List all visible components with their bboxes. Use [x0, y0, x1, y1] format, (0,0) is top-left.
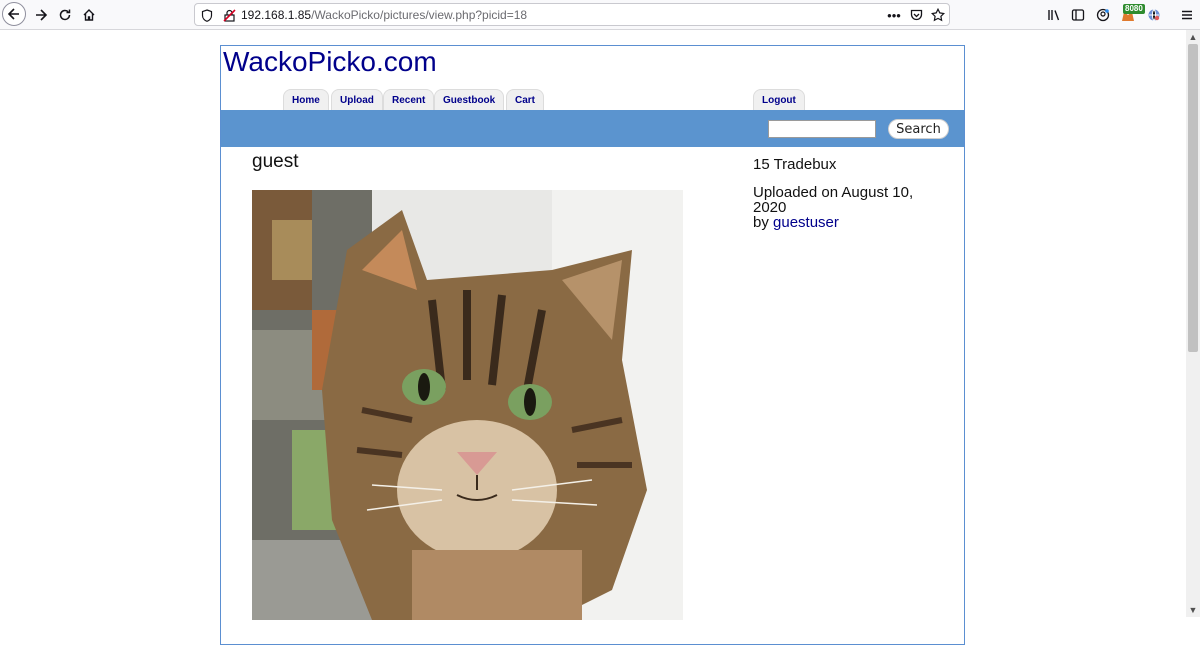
- insecure-lock-icon[interactable]: [221, 7, 237, 23]
- picture-title: guest: [252, 151, 299, 172]
- reload-icon: [59, 9, 71, 21]
- picture-price: 15 Tradebux: [753, 156, 837, 173]
- forward-button[interactable]: [29, 3, 53, 27]
- menu-button[interactable]: [1175, 3, 1199, 27]
- vertical-scrollbar[interactable]: ▲ ▼: [1186, 30, 1200, 617]
- library-icon: [1048, 10, 1060, 21]
- account-icon: [1096, 8, 1110, 22]
- site-title-link[interactable]: WackoPicko.com: [223, 46, 437, 78]
- back-button[interactable]: [2, 2, 26, 26]
- library-button[interactable]: [1042, 3, 1066, 27]
- search-button[interactable]: Search: [888, 119, 949, 139]
- url-text[interactable]: 192.168.1.85/WackoPicko/pictures/view.ph…: [241, 8, 527, 22]
- bookmark-star-icon[interactable]: [929, 7, 947, 23]
- cat-photo-image: [252, 190, 683, 620]
- sidebar-button[interactable]: [1066, 3, 1090, 27]
- account-button[interactable]: [1091, 3, 1115, 27]
- upload-date: Uploaded on August 10, 2020: [753, 184, 914, 216]
- url-host: 192.168.1.85: [241, 8, 312, 22]
- nav-tab-upload[interactable]: Upload: [331, 89, 383, 110]
- cat-picture: [252, 190, 683, 620]
- nav-tab-cart[interactable]: Cart: [506, 89, 545, 110]
- scroll-thumb[interactable]: [1188, 44, 1198, 352]
- page-actions-icon[interactable]: •••: [885, 7, 903, 23]
- home-icon: [83, 9, 95, 21]
- search-bar: Search: [221, 110, 964, 147]
- url-path: /WackoPicko/pictures/view.php?picid=18: [311, 8, 528, 22]
- nav-tab-guestbook[interactable]: Guestbook: [434, 89, 505, 110]
- browser-toolbar: 192.168.1.85/WackoPicko/pictures/view.ph…: [0, 0, 1200, 30]
- search-input[interactable]: [768, 120, 876, 138]
- shield-icon[interactable]: [199, 7, 215, 23]
- hamburger-menu-icon: [1182, 10, 1192, 20]
- sidebar-icon: [1071, 9, 1085, 21]
- extension-button[interactable]: [1142, 3, 1166, 27]
- arrow-left-icon: [7, 8, 19, 20]
- pocket-icon[interactable]: [907, 7, 925, 23]
- url-bar[interactable]: 192.168.1.85/WackoPicko/pictures/view.ph…: [194, 3, 950, 26]
- upload-info: Uploaded on August 10, 2020 by guestuser: [753, 185, 933, 230]
- uploader-link[interactable]: guestuser: [773, 214, 839, 231]
- globe-extension-icon: [1148, 9, 1160, 21]
- reload-button[interactable]: [53, 3, 77, 27]
- scroll-up-arrow-icon[interactable]: ▲: [1186, 30, 1200, 44]
- home-button[interactable]: [77, 3, 101, 27]
- by-label: by: [753, 214, 769, 231]
- nav-tab-logout[interactable]: Logout: [753, 89, 805, 110]
- page-container: WackoPicko.com Home Upload Recent Guestb…: [220, 45, 965, 645]
- nav-tab-home[interactable]: Home: [283, 89, 329, 110]
- arrow-right-icon: [36, 9, 48, 21]
- scroll-down-arrow-icon[interactable]: ▼: [1186, 603, 1200, 617]
- nav-tab-recent[interactable]: Recent: [383, 89, 435, 110]
